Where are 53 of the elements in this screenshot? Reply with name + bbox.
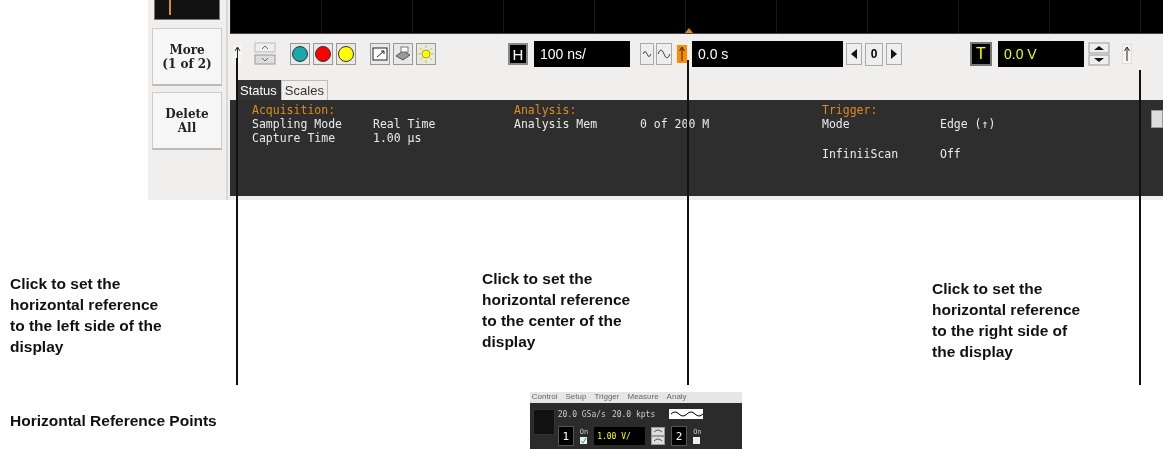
side-button[interactable]: More (1 of 2) xyxy=(152,28,222,86)
status-value: Edge (↑) xyxy=(940,117,997,131)
menu-item[interactable]: Control xyxy=(531,392,558,403)
side-button[interactable]: Delete All xyxy=(152,92,222,150)
sine-wave-icon[interactable] xyxy=(656,43,672,65)
fine-wave-icon[interactable] xyxy=(640,43,654,65)
status-value: 1.00 µs xyxy=(373,131,423,145)
section-heading: Analysis: xyxy=(514,104,578,117)
status-value: Real Time xyxy=(373,117,437,131)
figure-caption: Horizontal Reference Points xyxy=(10,412,217,431)
wave-buttons-icon[interactable] xyxy=(651,427,666,445)
trigger-level-field[interactable]: 0.0 V xyxy=(998,41,1084,67)
channel-number[interactable]: 2 xyxy=(671,426,688,446)
status-label: InfiniiScan xyxy=(822,147,900,161)
circle-icon[interactable] xyxy=(313,43,333,65)
step-value-button[interactable]: 0 xyxy=(865,42,883,66)
status-label: Sampling Mode xyxy=(252,117,343,131)
status-label: Mode xyxy=(822,117,851,131)
time-scale-field[interactable]: 100 ns/ xyxy=(534,41,630,67)
sample-rate: 20.0 GSa/s xyxy=(557,409,606,419)
channel-checkbox[interactable] xyxy=(693,437,701,444)
status-value: Off xyxy=(940,147,962,161)
circle-icon[interactable] xyxy=(336,43,356,65)
reference-arrow-icon[interactable] xyxy=(233,45,242,63)
menu-item[interactable]: Measure xyxy=(627,392,659,403)
memory-depth: 20.0 kpts xyxy=(611,409,656,419)
tab[interactable]: Status xyxy=(236,80,281,100)
callout-text: Click to set the horizontal reference to the center of the display xyxy=(482,269,632,352)
menu-item[interactable]: Setup xyxy=(565,392,587,403)
channel-scale-field[interactable]: 1.00 V/ xyxy=(594,427,646,445)
section-heading: Acquisition: xyxy=(252,104,337,117)
menu-item[interactable]: Analy xyxy=(666,392,687,403)
trigger-button-icon[interactable] xyxy=(154,0,220,20)
callout-text: Click to set the horizontal reference to the left side of the display xyxy=(10,274,163,357)
trigger-label: T xyxy=(970,42,992,66)
channel-checkbox[interactable] xyxy=(579,437,587,444)
up-down-arrows-icon[interactable] xyxy=(1088,42,1110,66)
channel-number[interactable]: 1 xyxy=(557,426,574,446)
horizontal-position-field[interactable]: 0.0 s xyxy=(692,41,843,67)
status-label: Analysis Mem xyxy=(514,117,599,131)
status-label: Capture Time xyxy=(252,131,337,145)
status-value: 0 of 200 M xyxy=(640,117,711,131)
callout-text: Click to set the horizontal reference to the right side of the display xyxy=(932,279,1082,362)
scrollbar-thumb[interactable] xyxy=(1151,110,1163,128)
section-heading: Trigger: xyxy=(822,104,879,117)
menu-item[interactable]: Trigger xyxy=(594,392,620,403)
circle-icon[interactable] xyxy=(290,43,310,65)
brightness-icon[interactable] xyxy=(416,43,436,65)
logo-icon xyxy=(532,409,555,435)
horizontal-label: H xyxy=(508,43,528,65)
printer-icon[interactable] xyxy=(393,43,413,65)
tab[interactable]: Scales xyxy=(280,80,328,100)
waveform-icon xyxy=(669,409,704,419)
